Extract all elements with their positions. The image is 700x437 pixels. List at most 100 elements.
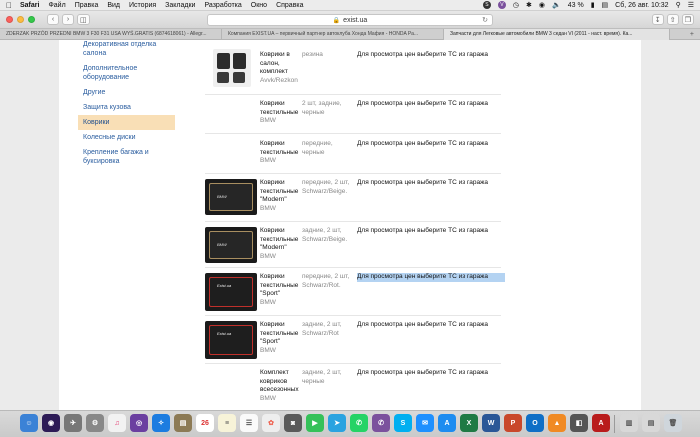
downloads-icon[interactable]: ↧ (651, 14, 664, 25)
product-desc: передние, 2 шт, Schwarz/Rot. (302, 273, 350, 289)
volume-icon[interactable]: 🔈 (552, 1, 561, 9)
viber-icon[interactable]: ✆ (372, 414, 390, 432)
acrobat-icon[interactable]: A (592, 414, 610, 432)
contacts-icon[interactable]: ▤ (174, 414, 192, 432)
battery-percent[interactable]: 43 % (568, 2, 584, 9)
menu-bookmarks[interactable]: Закладки (165, 2, 195, 9)
product-row[interactable]: BMW Коврики текстильные "Modern" BMW задн… (205, 222, 501, 268)
menu-safari[interactable]: Safari (20, 2, 39, 9)
outlook-icon[interactable]: O (526, 414, 544, 432)
tabs-overview-icon[interactable]: ❒ (681, 14, 694, 25)
system-preferences-icon[interactable]: ⚙ (86, 414, 104, 432)
product-row[interactable]: Exist.ua Коврики текстильные "Sport" BMW … (205, 316, 501, 364)
menu-window[interactable]: Окно (251, 2, 267, 9)
page-content: Декоративная отделка салона Дополнительн… (59, 40, 641, 410)
forward-button[interactable]: › (62, 14, 74, 25)
facetime-icon[interactable]: ▶ (306, 414, 324, 432)
whatsapp-icon[interactable]: ✆ (350, 414, 368, 432)
product-row[interactable]: Коврики текстильные BMW передние, черные … (205, 134, 501, 174)
product-name[interactable]: Коврики текстильные "Modern" BMW (260, 227, 300, 261)
trash-icon[interactable]: 🗑 (664, 414, 682, 432)
telegram-icon[interactable]: ➤ (328, 414, 346, 432)
product-price-note: Для просмотра цен выберите ТС из гаража (357, 51, 489, 58)
category-other[interactable]: Другие (78, 85, 175, 100)
product-name[interactable]: Коврики текстильные "Sport" BMW (260, 273, 300, 307)
product-name[interactable]: Коврики в салон, комплект Avvk/Rezkon (260, 51, 300, 85)
word-icon[interactable]: W (482, 414, 500, 432)
new-tab-icon[interactable]: + (684, 29, 700, 39)
time-machine-icon[interactable]: ◷ (513, 1, 519, 9)
battery-icon[interactable]: ▮ (591, 1, 595, 9)
vlc-icon[interactable]: ▲ (548, 414, 566, 432)
product-image[interactable]: BMW (205, 179, 257, 215)
product-row[interactable]: Комплект ковриков всесезонных BMW задние,… (205, 364, 501, 410)
apple-menu-icon[interactable]:  (6, 1, 12, 10)
notification-center-icon[interactable]: ☰ (688, 1, 694, 9)
product-row[interactable]: Exist.ua Коврики текстильные "Sport" BMW … (205, 268, 505, 316)
reminders-icon[interactable]: ☰ (240, 414, 258, 432)
documents-stack-icon[interactable]: ▤ (642, 414, 660, 432)
product-name[interactable]: Коврики текстильные BMW (260, 100, 300, 126)
category-extra-equipment[interactable]: Дополнительное оборудование (78, 61, 175, 85)
product-image[interactable]: Exist.ua (205, 321, 257, 359)
sidebar-toggle-icon[interactable]: ◫ (77, 14, 90, 25)
downloads-stack-icon[interactable]: ▥ (620, 414, 638, 432)
category-wheels[interactable]: Колесные диски (78, 130, 175, 145)
input-language-icon[interactable]: ▤ (602, 1, 609, 9)
reload-icon[interactable]: ↻ (482, 16, 488, 24)
product-row[interactable]: Коврики текстильные BMW 2 шт, задние, чер… (205, 95, 501, 134)
podcasts-icon[interactable]: ◎ (130, 414, 148, 432)
product-name[interactable]: Коврики текстильные "Sport" BMW (260, 321, 300, 355)
menu-help[interactable]: Справка (276, 2, 303, 9)
category-body-protection[interactable]: Защита кузова (78, 100, 175, 115)
excel-icon[interactable]: X (460, 414, 478, 432)
tab-exist-honda[interactable]: Компания EXIST.UA – первичный партнер ав… (222, 29, 444, 40)
category-decorative-trim[interactable]: Декоративная отделка салона (78, 40, 175, 61)
menu-history[interactable]: История (129, 2, 156, 9)
product-price-note: Для просмотра цен выберите ТС из гаража (357, 321, 489, 328)
product-image[interactable]: Exist.ua (205, 273, 257, 311)
calendar-icon[interactable]: 26 (196, 414, 214, 432)
product-name[interactable]: Коврики текстильные BMW (260, 140, 300, 166)
tab-exist-bmw[interactable]: Запчасти для Легковые автомобили BMW 3 с… (444, 29, 670, 40)
menu-file[interactable]: Файл (48, 2, 65, 9)
photos-icon[interactable]: ✿ (262, 414, 280, 432)
skype-icon[interactable]: S (394, 414, 412, 432)
product-name[interactable]: Комплект ковриков всесезонных BMW (260, 369, 300, 403)
safari-icon[interactable]: ✧ (152, 414, 170, 432)
product-image[interactable] (213, 49, 251, 87)
photo-booth-icon[interactable]: ◙ (284, 414, 302, 432)
product-image[interactable]: BMW (205, 227, 257, 263)
clock[interactable]: Сб, 26 авг. 10:32 (615, 2, 668, 9)
close-window-button[interactable] (6, 16, 13, 23)
tab-allegro[interactable]: ZDERZAK PRZÓD PRZEDNI BMW 3 F30 F31 USA … (0, 29, 222, 40)
siri-icon[interactable]: ◉ (42, 414, 60, 432)
viber-tray-icon[interactable]: V (497, 1, 506, 9)
utility-app-icon[interactable]: ◧ (570, 414, 588, 432)
bluetooth-icon[interactable]: ✱ (526, 1, 532, 9)
notes-icon[interactable]: ≡ (218, 414, 236, 432)
category-luggage-towing[interactable]: Крепление багажа и буксировка (78, 145, 175, 169)
product-name[interactable]: Коврики текстильные "Modern" BMW (260, 179, 300, 213)
address-bar[interactable]: 🔒 exist.ua ↻ (207, 14, 493, 26)
category-mats[interactable]: Коврики (78, 115, 175, 130)
itunes-icon[interactable]: ♫ (108, 414, 126, 432)
spotlight-icon[interactable]: ⚲ (676, 1, 681, 9)
share-icon[interactable]: ⇧ (666, 14, 679, 25)
powerpoint-icon[interactable]: P (504, 414, 522, 432)
browser-toolbar: ‹ › ◫ 🔒 exist.ua ↻ ↧ ⇧ ❒ (0, 11, 700, 29)
messages-icon[interactable]: ✉ (416, 414, 434, 432)
launchpad-icon[interactable]: ✈ (64, 414, 82, 432)
wifi-icon[interactable]: ◉ (539, 1, 545, 9)
menu-edit[interactable]: Правка (75, 2, 99, 9)
product-row[interactable]: Коврики в салон, комплект Avvk/Rezkon рез… (205, 40, 501, 95)
product-row[interactable]: BMW Коврики текстильные "Modern" BMW пере… (205, 174, 501, 222)
minimize-window-button[interactable] (17, 16, 24, 23)
app-store-icon[interactable]: A (438, 414, 456, 432)
menu-develop[interactable]: Разработка (204, 2, 241, 9)
skype-tray-icon[interactable]: S (482, 1, 491, 9)
back-button[interactable]: ‹ (47, 14, 59, 25)
menu-view[interactable]: Вид (107, 2, 120, 9)
finder-icon[interactable]: ☺ (20, 414, 38, 432)
fullscreen-window-button[interactable] (28, 16, 35, 23)
